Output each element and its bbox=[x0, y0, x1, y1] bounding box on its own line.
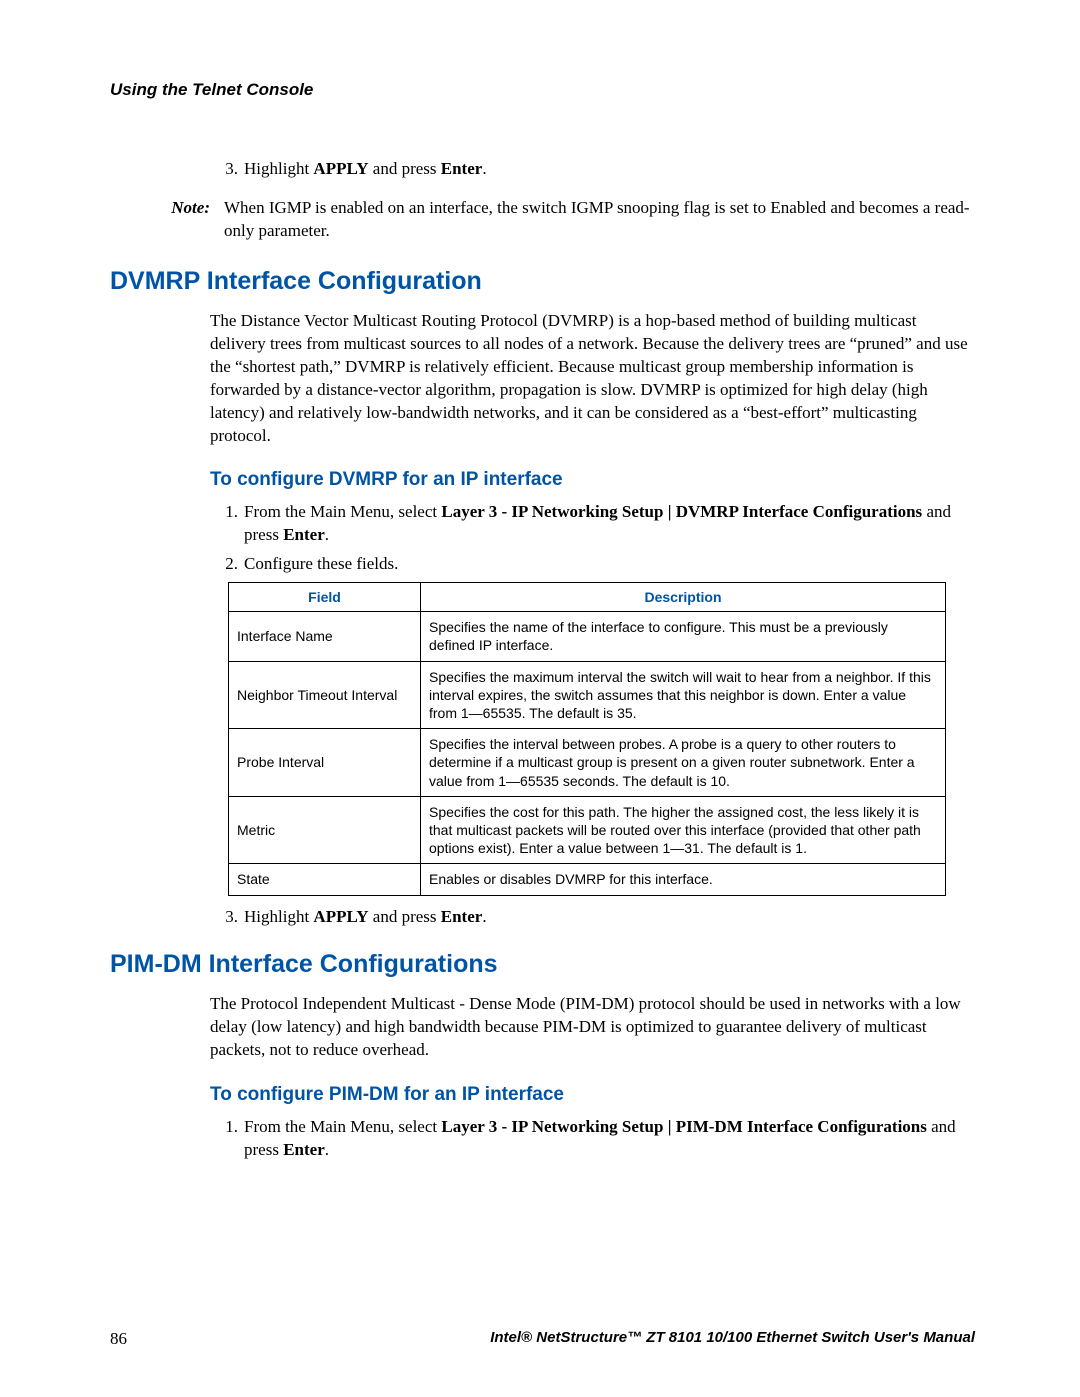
subheading-pim-config: To configure PIM-DM for an IP interface bbox=[210, 1084, 975, 1106]
cell-field: Metric bbox=[229, 796, 421, 864]
pim-paragraph: The Protocol Independent Multicast - Den… bbox=[210, 993, 975, 1062]
note-label: Note: bbox=[110, 197, 224, 243]
cell-desc: Specifies the name of the interface to c… bbox=[421, 612, 946, 661]
cell-field: Probe Interval bbox=[229, 729, 421, 797]
cell-field: State bbox=[229, 864, 421, 895]
t: . bbox=[482, 159, 486, 178]
cell-field: Neighbor Timeout Interval bbox=[229, 661, 421, 729]
t: Highlight bbox=[244, 159, 313, 178]
table-row: State Enables or disables DVMRP for this… bbox=[229, 864, 946, 895]
step-number: 2. bbox=[210, 553, 244, 576]
page-number: 86 bbox=[110, 1329, 127, 1349]
enter-label: Enter bbox=[283, 525, 325, 544]
step-text: From the Main Menu, select Layer 3 - IP … bbox=[244, 501, 975, 547]
dvmrp-body: The Distance Vector Multicast Routing Pr… bbox=[210, 310, 975, 929]
dvmrp-step-1: 1. From the Main Menu, select Layer 3 - … bbox=[210, 501, 975, 547]
enter-label: Enter bbox=[441, 159, 483, 178]
dvmrp-step-3: 3. Highlight APPLY and press Enter. bbox=[210, 906, 975, 929]
t: Highlight bbox=[244, 907, 313, 926]
t: . bbox=[325, 1140, 329, 1159]
table-row: Metric Specifies the cost for this path.… bbox=[229, 796, 946, 864]
t: and press bbox=[369, 159, 441, 178]
step-text: From the Main Menu, select Layer 3 - IP … bbox=[244, 1116, 975, 1162]
page-footer: 86 Intel® NetStructure™ ZT 8101 10/100 E… bbox=[110, 1329, 975, 1349]
table-header-row: Field Description bbox=[229, 583, 946, 612]
step-text: Highlight APPLY and press Enter. bbox=[244, 158, 975, 181]
step-number: 1. bbox=[210, 501, 244, 547]
step-3-apply: 3. Highlight APPLY and press Enter. bbox=[210, 158, 975, 181]
table-row: Probe Interval Specifies the interval be… bbox=[229, 729, 946, 797]
step-text: Highlight APPLY and press Enter. bbox=[244, 906, 975, 929]
step-text: Configure these fields. bbox=[244, 553, 975, 576]
table-row: Interface Name Specifies the name of the… bbox=[229, 612, 946, 661]
t: From the Main Menu, select bbox=[244, 502, 441, 521]
menu-path: Layer 3 - IP Networking Setup | DVMRP In… bbox=[441, 502, 922, 521]
t: . bbox=[325, 525, 329, 544]
subheading-dvmrp-config: To configure DVMRP for an IP interface bbox=[210, 469, 975, 491]
running-header: Using the Telnet Console bbox=[110, 80, 975, 100]
step-number: 1. bbox=[210, 1116, 244, 1162]
menu-path: Layer 3 - IP Networking Setup | PIM-DM I… bbox=[441, 1117, 927, 1136]
table-row: Neighbor Timeout Interval Specifies the … bbox=[229, 661, 946, 729]
pim-body: The Protocol Independent Multicast - Den… bbox=[210, 993, 975, 1162]
cell-field: Interface Name bbox=[229, 612, 421, 661]
note-block: Note: When IGMP is enabled on an interfa… bbox=[110, 197, 975, 243]
step-number: 3. bbox=[210, 158, 244, 181]
footer-title: Intel® NetStructure™ ZT 8101 10/100 Ethe… bbox=[490, 1329, 975, 1349]
dvmrp-step-2: 2. Configure these fields. bbox=[210, 553, 975, 576]
cell-desc: Specifies the interval between probes. A… bbox=[421, 729, 946, 797]
page: Using the Telnet Console 3. Highlight AP… bbox=[0, 0, 1080, 1397]
heading-pimdm: PIM-DM Interface Configurations bbox=[110, 950, 975, 979]
col-field: Field bbox=[229, 583, 421, 612]
t: From the Main Menu, select bbox=[244, 1117, 441, 1136]
enter-label: Enter bbox=[441, 907, 483, 926]
heading-dvmrp: DVMRP Interface Configuration bbox=[110, 267, 975, 296]
apply-label: APPLY bbox=[313, 907, 368, 926]
prior-steps: 3. Highlight APPLY and press Enter. bbox=[210, 158, 975, 181]
cell-desc: Enables or disables DVMRP for this inter… bbox=[421, 864, 946, 895]
pim-step-1: 1. From the Main Menu, select Layer 3 - … bbox=[210, 1116, 975, 1162]
step-number: 3. bbox=[210, 906, 244, 929]
t: . bbox=[482, 907, 486, 926]
dvmrp-paragraph: The Distance Vector Multicast Routing Pr… bbox=[210, 310, 975, 448]
t: and press bbox=[369, 907, 441, 926]
cell-desc: Specifies the maximum interval the switc… bbox=[421, 661, 946, 729]
apply-label: APPLY bbox=[313, 159, 368, 178]
enter-label: Enter bbox=[283, 1140, 325, 1159]
dvmrp-fields-table: Field Description Interface Name Specifi… bbox=[228, 582, 946, 895]
note-text: When IGMP is enabled on an interface, th… bbox=[224, 197, 975, 243]
col-description: Description bbox=[421, 583, 946, 612]
cell-desc: Specifies the cost for this path. The hi… bbox=[421, 796, 946, 864]
